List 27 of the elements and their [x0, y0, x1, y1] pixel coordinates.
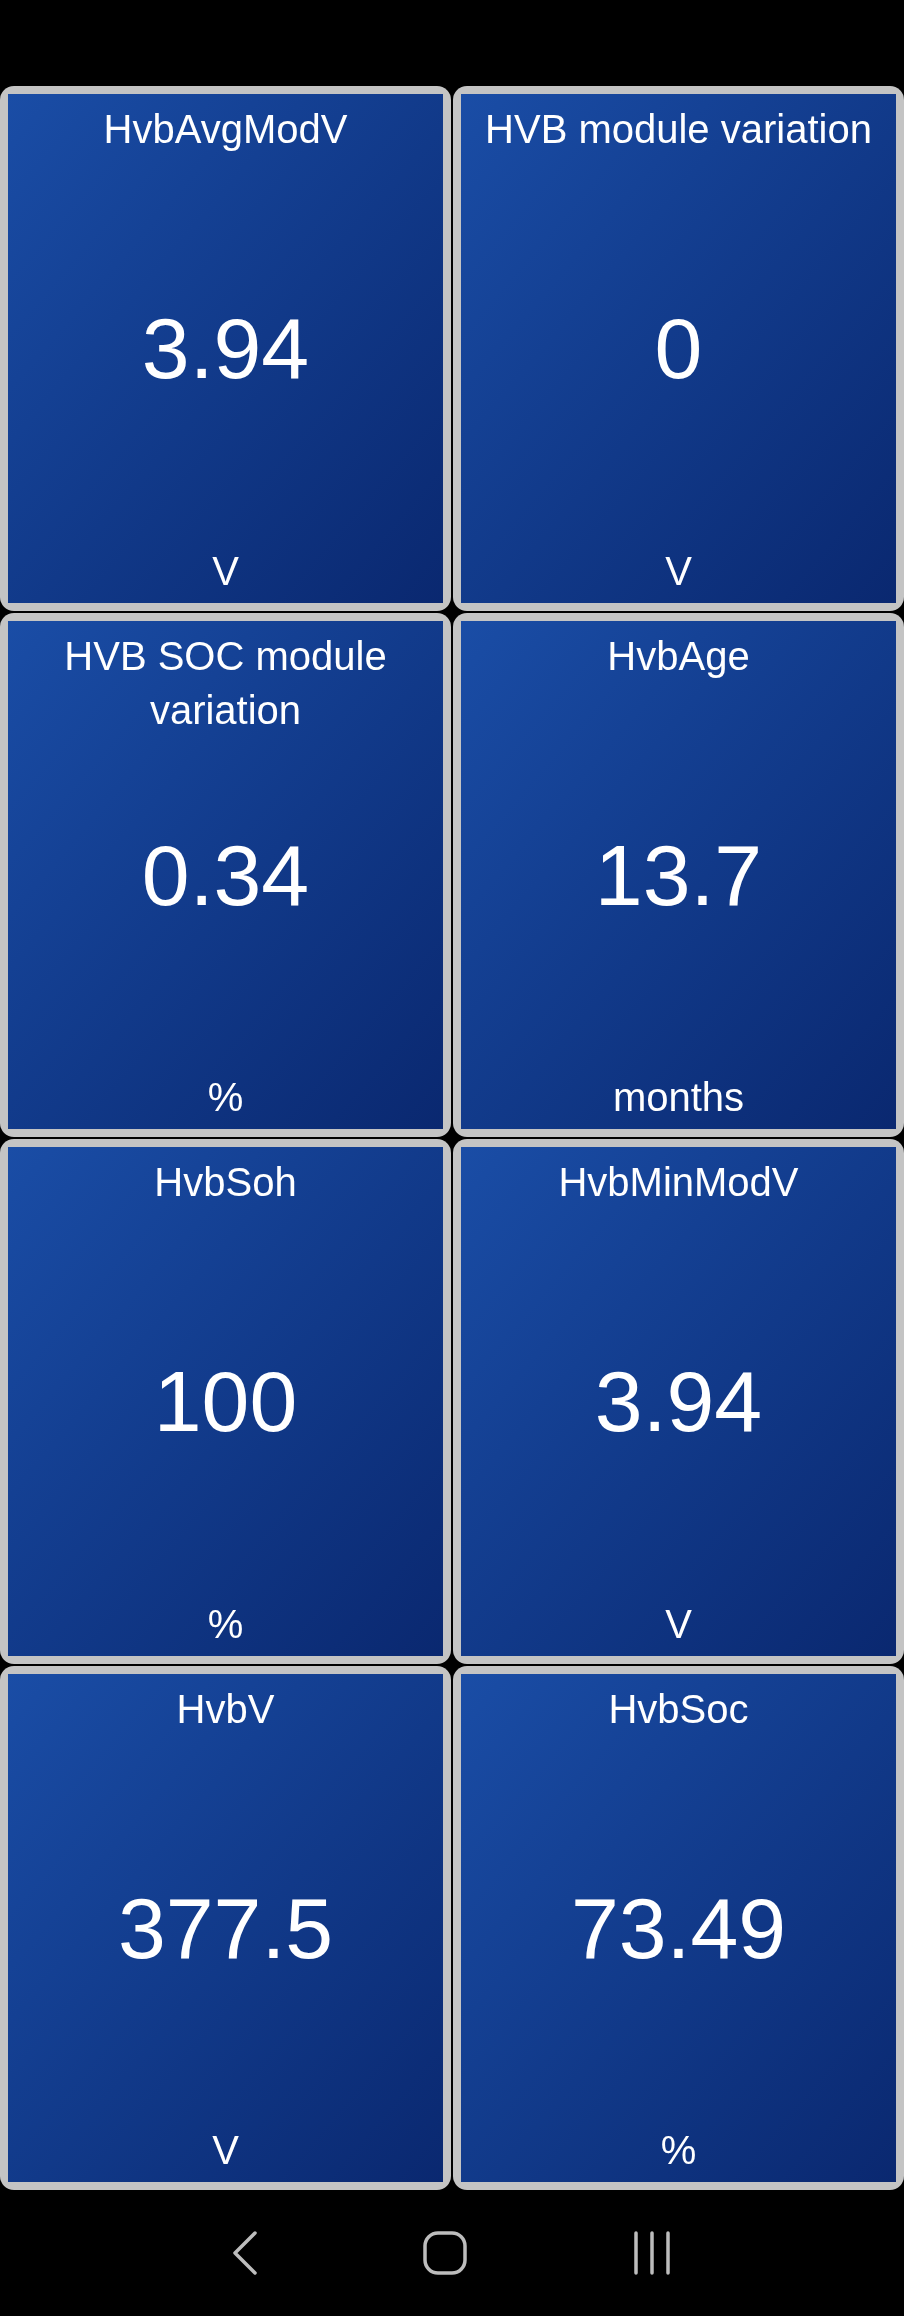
recent-apps-icon[interactable] [631, 2231, 672, 2275]
gauge-unit: V [665, 1600, 692, 1648]
gauge-unit: months [612, 1074, 745, 1121]
gauge-value: 3.94 [141, 305, 310, 392]
gauge-unit: V [212, 547, 239, 595]
gauge-title: HVB module variation [485, 106, 872, 153]
back-icon[interactable] [232, 2231, 259, 2275]
gauge-title: HvbAvgModV [103, 106, 348, 153]
gauge-unit: V [212, 2127, 239, 2174]
gauge-title: HvbSoh [154, 1159, 297, 1206]
gauge-unit: % [207, 1600, 244, 1648]
gauge-value: 0.34 [141, 831, 310, 918]
gauge-title: HvbMinModV [558, 1159, 799, 1206]
gauge-title: HvbSoc [608, 1685, 749, 1733]
gauge-unit: % [660, 2127, 697, 2174]
gauge-value: 100 [153, 1358, 298, 1445]
home-icon[interactable] [423, 2231, 467, 2275]
gauge-title: HvbAge [607, 632, 750, 680]
gauge-value: 377.5 [117, 1884, 334, 1971]
gauge-unit: V [665, 547, 692, 595]
gauge-value: 0 [654, 305, 703, 392]
gauge-unit: % [207, 1074, 244, 1121]
gauge-title: HvbV [176, 1685, 275, 1733]
gauge-value: 3.94 [594, 1358, 763, 1445]
gauge-value: 73.49 [570, 1884, 787, 1971]
gauge-title: HVB SOC module variation [63, 632, 388, 734]
gauge-value: 13.7 [594, 831, 763, 918]
